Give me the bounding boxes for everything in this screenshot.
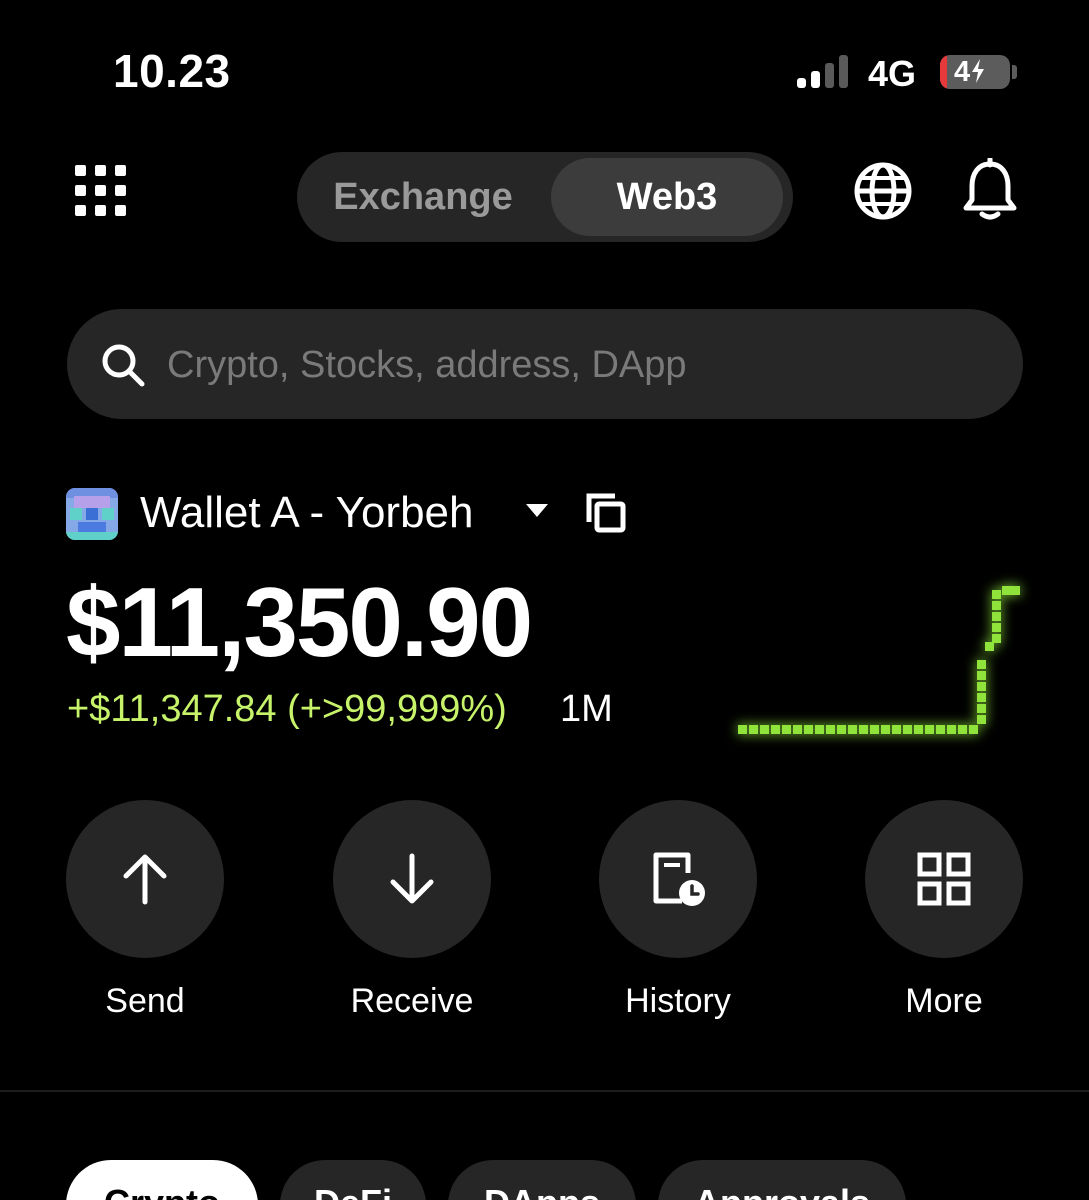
charging-bolt-icon <box>972 59 985 83</box>
sparkline-dot <box>793 725 802 734</box>
sparkline-dot <box>738 725 747 734</box>
tab-crypto[interactable]: Crypto <box>66 1160 258 1200</box>
tab-web3[interactable]: Web3 <box>551 158 783 236</box>
arrow-down-icon <box>390 853 434 904</box>
receive-button[interactable]: Receive <box>333 800 491 1020</box>
caret-down-icon[interactable] <box>526 504 548 517</box>
sparkline-dot <box>782 725 791 734</box>
sparkline-dot <box>837 725 846 734</box>
sparkline-dot <box>985 642 994 651</box>
status-time: 10.23 <box>113 45 231 97</box>
history-icon <box>653 852 705 906</box>
battery-tip <box>1012 65 1017 79</box>
sparkline-dot <box>749 725 758 734</box>
history-label: History <box>625 982 731 1020</box>
sparkline-dot <box>947 725 956 734</box>
sparkline-dot <box>848 725 857 734</box>
sparkline-dot <box>936 725 945 734</box>
tab-exchange[interactable]: Exchange <box>303 158 543 236</box>
apps-grid-icon[interactable] <box>75 165 127 217</box>
section-divider <box>0 1090 1089 1092</box>
more-grid-icon <box>917 852 971 906</box>
mode-switch: Exchange Web3 <box>297 152 793 242</box>
sparkline-dot <box>870 725 879 734</box>
sparkline-dot <box>1011 586 1020 595</box>
notifications-bell-icon[interactable] <box>960 158 1020 222</box>
sparkline-dot <box>1002 586 1011 595</box>
sparkline-dot <box>992 612 1001 621</box>
more-button[interactable]: More <box>865 800 1023 1020</box>
wallet-balance: $11,350.90 <box>66 567 533 677</box>
sparkline-dot <box>992 590 1001 599</box>
search-input[interactable] <box>167 337 987 393</box>
search-icon <box>102 344 145 387</box>
send-label: Send <box>105 982 185 1020</box>
sparkline-dot <box>992 634 1001 643</box>
cell-signal-icon <box>797 54 851 88</box>
sparkline-dot <box>914 725 923 734</box>
sparkline-dot <box>977 660 986 669</box>
globe-icon[interactable] <box>853 161 913 221</box>
sparkline-dot <box>881 725 890 734</box>
sparkline-dot <box>859 725 868 734</box>
sparkline-dot <box>977 704 986 713</box>
balance-change: +$11,347.84 (+>99,999%) <box>67 688 507 730</box>
sparkline-dot <box>892 725 901 734</box>
sparkline-dot <box>804 725 813 734</box>
wallet-avatar[interactable] <box>66 488 118 540</box>
sparkline-dot <box>958 725 967 734</box>
sparkline-dot <box>977 671 986 680</box>
wallet-name[interactable]: Wallet A - Yorbeh <box>140 488 473 538</box>
battery-icon: 4 <box>940 55 1010 89</box>
sparkline-dot <box>977 715 986 724</box>
sparkline-dot <box>760 725 769 734</box>
sparkline-dot <box>992 601 1001 610</box>
period-selector[interactable]: 1M <box>560 688 613 731</box>
sparkline-dot <box>977 682 986 691</box>
network-type: 4G <box>868 53 917 94</box>
arrow-up-icon <box>123 854 167 905</box>
sparkline-dot <box>826 725 835 734</box>
sparkline-dot <box>969 725 978 734</box>
sparkline-dot <box>925 725 934 734</box>
wallet-screen: 10.23 4G 4 Exchange Web3 Crypto, Stocks,… <box>0 0 1089 1200</box>
sparkline-dot <box>992 623 1001 632</box>
sparkline-dot <box>771 725 780 734</box>
tab-approvals[interactable]: Approvals <box>658 1160 906 1200</box>
receive-label: Receive <box>350 982 474 1020</box>
history-button[interactable]: History <box>599 800 757 1020</box>
sparkline-dot <box>977 693 986 702</box>
more-label: More <box>905 982 983 1020</box>
sparkline-dot <box>903 725 912 734</box>
battery-level: 4 <box>954 56 986 89</box>
copy-icon[interactable] <box>585 492 627 534</box>
sparkline-dot <box>815 725 824 734</box>
balance-sparkline <box>738 586 1020 734</box>
tab-dapps[interactable]: DApps <box>448 1160 636 1200</box>
tab-defi[interactable]: DeFi <box>280 1160 426 1200</box>
send-button[interactable]: Send <box>66 800 224 1020</box>
